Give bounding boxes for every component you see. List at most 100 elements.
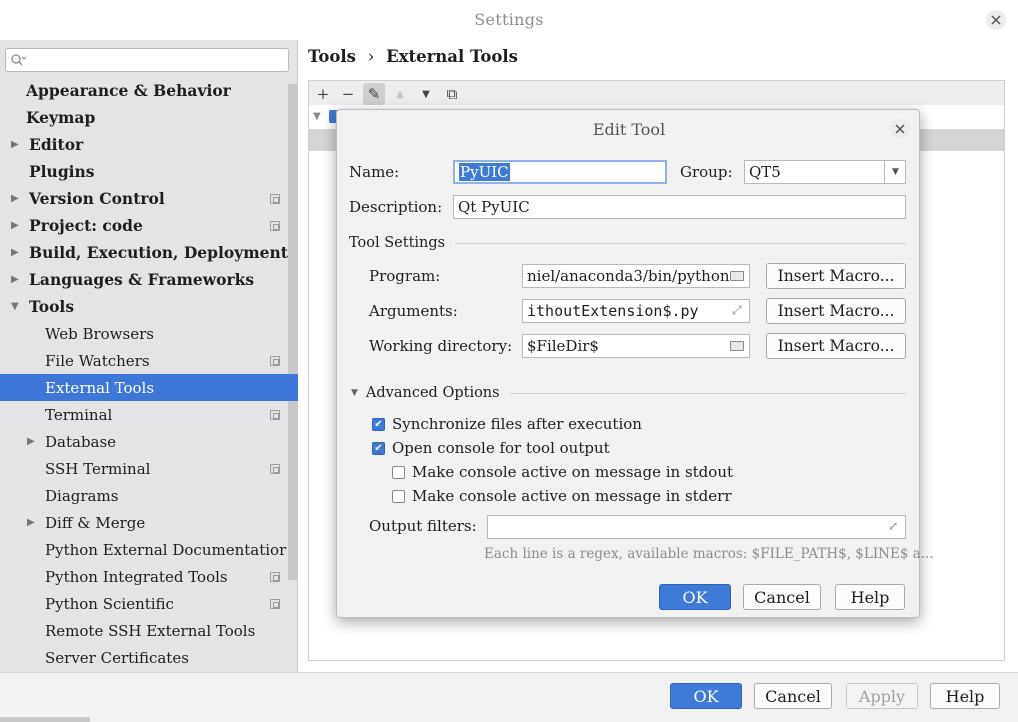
sidebar-item-python-scientific[interactable]: Python Scientific (0, 590, 298, 617)
dialog-cancel-button[interactable]: Cancel (743, 584, 821, 610)
group-select[interactable]: QT5 ▼ (744, 160, 906, 184)
project-settings-icon (270, 463, 280, 474)
copy-tool-button[interactable]: ⧉ (441, 83, 463, 105)
output-filters-field[interactable]: ⤢ (487, 515, 906, 539)
sidebar-item-label: SSH Terminal (45, 459, 151, 478)
working-directory-field[interactable]: $FileDir$ (522, 334, 750, 358)
sidebar-item-editor[interactable]: ▶ Editor (0, 131, 298, 158)
working-directory-label: Working directory: (369, 337, 513, 355)
cancel-button[interactable]: Cancel (754, 683, 832, 709)
stdout-label[interactable]: Make console active on message in stdout (412, 463, 733, 481)
chevron-down-icon[interactable]: ▼ (884, 161, 905, 183)
sidebar-item-label: File Watchers (45, 351, 150, 370)
sidebar-item-keymap[interactable]: Keymap (0, 104, 298, 131)
checkmark-icon: ✔ (374, 443, 383, 454)
sidebar-item-label: Remote SSH External Tools (45, 621, 256, 640)
stdout-checkbox[interactable] (392, 466, 405, 479)
sidebar-item-label: External Tools (45, 378, 155, 397)
breadcrumb: Tools › External Tools (308, 47, 518, 66)
sidebar-item-appearance-behavior[interactable]: Appearance & Behavior (0, 77, 298, 104)
open-console-checkbox[interactable]: ✔ (372, 442, 385, 455)
expand-icon[interactable]: ⤢ (888, 519, 898, 533)
dialog-ok-button[interactable]: OK (659, 584, 731, 610)
folder-icon[interactable] (730, 271, 744, 281)
description-label: Description: (349, 198, 443, 216)
collapsed-arrow-icon[interactable]: ▶ (27, 436, 35, 447)
dialog-close-button[interactable] (890, 119, 910, 139)
insert-macro-arguments-button[interactable]: Insert Macro... (766, 298, 906, 324)
settings-footer: OK Cancel Apply Help (0, 672, 1018, 722)
remove-tool-button[interactable]: − (337, 83, 359, 105)
advanced-options-section[interactable]: ▼ Advanced Options (351, 385, 906, 401)
arguments-field[interactable]: ithoutExtension$.py ⤢ (522, 299, 750, 323)
sidebar-item-ssh-terminal[interactable]: SSH Terminal (0, 455, 298, 482)
search-input[interactable] (5, 48, 289, 72)
insert-macro-workdir-button[interactable]: Insert Macro... (766, 333, 906, 359)
edit-tool-button[interactable]: ✎ (363, 83, 385, 105)
collapsed-arrow-icon[interactable]: ▶ (11, 274, 19, 285)
sync-checkbox[interactable]: ✔ (372, 418, 385, 431)
sidebar-item-remote-ssh-external-tools[interactable]: Remote SSH External Tools (0, 617, 298, 644)
group-label: Group: (680, 163, 733, 181)
program-field[interactable]: niel/anaconda3/bin/python (522, 264, 750, 288)
stderr-checkbox[interactable] (392, 490, 405, 503)
sidebar-item-terminal[interactable]: Terminal (0, 401, 298, 428)
help-button[interactable]: Help (930, 683, 1000, 709)
group-expand-icon[interactable]: ▼ (313, 111, 321, 122)
project-settings-icon (270, 571, 280, 582)
collapsed-arrow-icon[interactable]: ▶ (11, 247, 19, 258)
name-value: PyUIC (459, 163, 510, 181)
sidebar-item-tools[interactable]: ▼ Tools (0, 293, 298, 320)
ok-button[interactable]: OK (670, 683, 742, 709)
sidebar-item-file-watchers[interactable]: File Watchers (0, 347, 298, 374)
apply-button[interactable]: Apply (846, 683, 918, 709)
stderr-label[interactable]: Make console active on message in stderr (412, 487, 732, 505)
arrow-up-icon: ▲ (396, 88, 404, 100)
sidebar-item-database[interactable]: ▶ Database (0, 428, 298, 455)
expand-icon[interactable]: ⤢ (732, 303, 742, 318)
sidebar-item-diagrams[interactable]: Diagrams (0, 482, 298, 509)
collapsed-arrow-icon[interactable]: ▶ (27, 517, 35, 528)
sidebar-item-plugins[interactable]: Plugins (0, 158, 298, 185)
sidebar-item-python-external-documentatior[interactable]: Python External Documentatior (0, 536, 298, 563)
open-console-label[interactable]: Open console for tool output (392, 439, 610, 457)
sidebar-item-project-code[interactable]: ▶ Project: code (0, 212, 298, 239)
add-tool-button[interactable]: + (312, 83, 334, 105)
sidebar-item-python-integrated-tools[interactable]: Python Integrated Tools (0, 563, 298, 590)
sync-label[interactable]: Synchronize files after execution (392, 415, 642, 433)
sidebar-item-web-browsers[interactable]: Web Browsers (0, 320, 298, 347)
insert-macro-program-button[interactable]: Insert Macro... (766, 263, 906, 289)
pencil-icon: ✎ (367, 85, 381, 103)
sidebar-item-label: Build, Execution, Deployment (29, 243, 288, 262)
description-field[interactable]: Qt PyUIC (453, 195, 906, 219)
sidebar-item-languages-frameworks[interactable]: ▶ Languages & Frameworks (0, 266, 298, 293)
breadcrumb-separator: › (367, 47, 375, 66)
collapse-arrow-icon[interactable]: ▼ (351, 388, 358, 398)
window-close-button[interactable] (986, 10, 1006, 30)
sidebar-item-label: Python Integrated Tools (45, 567, 228, 586)
sidebar-item-build-execution-deployment[interactable]: ▶ Build, Execution, Deployment (0, 239, 298, 266)
collapsed-arrow-icon[interactable]: ▶ (11, 220, 19, 231)
sidebar-item-version-control[interactable]: ▶ Version Control (0, 185, 298, 212)
horizontal-scrollbar[interactable] (0, 717, 90, 722)
sidebar-item-label: Python Scientific (45, 594, 174, 613)
expanded-arrow-icon[interactable]: ▼ (11, 301, 19, 312)
sidebar-item-diff-merge[interactable]: ▶ Diff & Merge (0, 509, 298, 536)
arrow-down-icon: ▼ (422, 88, 430, 100)
window-title: Settings (474, 10, 544, 29)
sidebar-item-server-certificates[interactable]: Server Certificates (0, 644, 298, 671)
breadcrumb-parent[interactable]: Tools (308, 47, 356, 66)
sidebar-item-external-tools[interactable]: External Tools (0, 374, 298, 401)
move-up-button[interactable]: ▲ (389, 83, 411, 105)
collapsed-arrow-icon[interactable]: ▶ (11, 139, 19, 150)
checkmark-icon: ✔ (374, 419, 383, 430)
search-icon (11, 54, 26, 66)
name-field[interactable]: PyUIC (453, 160, 667, 184)
project-settings-icon (270, 355, 280, 366)
dialog-help-button[interactable]: Help (835, 584, 905, 610)
collapsed-arrow-icon[interactable]: ▶ (11, 193, 19, 204)
tool-settings-label: Tool Settings (349, 235, 446, 251)
move-down-button[interactable]: ▼ (415, 83, 437, 105)
project-settings-icon (270, 409, 280, 420)
folder-icon[interactable] (730, 341, 744, 351)
